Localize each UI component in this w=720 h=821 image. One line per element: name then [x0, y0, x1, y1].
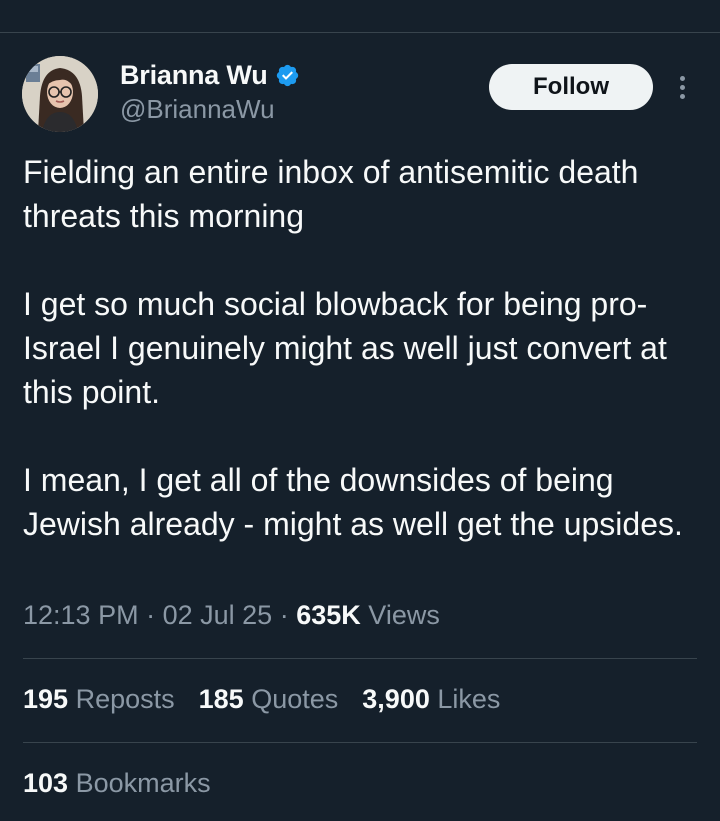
bookmarks-label: Bookmarks: [75, 768, 211, 798]
meta-separator: ·: [146, 600, 156, 630]
tweet-paragraph: Fielding an entire inbox of antisemitic …: [23, 154, 639, 234]
more-vertical-icon[interactable]: [668, 70, 696, 104]
tweet-time[interactable]: 12:13 PM: [23, 600, 139, 630]
avatar[interactable]: [22, 56, 98, 132]
views-label: Views: [368, 600, 440, 630]
tweet-date[interactable]: 02 Jul 25: [163, 600, 273, 630]
likes-stat[interactable]: 3,900 Likes: [362, 684, 500, 715]
tweet-header: Brianna Wu @BriannaWu Follow: [22, 56, 698, 134]
tweet-paragraph: I mean, I get all of the downsides of be…: [23, 462, 683, 542]
engagement-stats: 195 Reposts 185 Quotes 3,900 Likes: [23, 684, 500, 715]
top-bar: [0, 0, 720, 33]
tweet-meta: 12:13 PM · 02 Jul 25 · 635K Views: [23, 600, 440, 631]
quotes-label: Quotes: [251, 684, 339, 714]
author-names: Brianna Wu @BriannaWu: [120, 58, 300, 125]
display-name[interactable]: Brianna Wu: [120, 60, 268, 91]
verified-badge-icon[interactable]: [275, 63, 300, 88]
handle[interactable]: @BriannaWu: [120, 94, 300, 125]
tweet-paragraph: I get so much social blowback for being …: [23, 286, 667, 410]
reposts-label: Reposts: [75, 684, 175, 714]
quotes-count: 185: [198, 684, 244, 714]
follow-button[interactable]: Follow: [489, 64, 653, 110]
meta-separator: ·: [279, 600, 289, 630]
display-name-row: Brianna Wu: [120, 58, 300, 92]
likes-count: 3,900: [362, 684, 430, 714]
reposts-count: 195: [23, 684, 69, 714]
bookmarks-stat[interactable]: 103 Bookmarks: [23, 768, 211, 799]
reposts-stat[interactable]: 195 Reposts: [23, 684, 175, 715]
likes-label: Likes: [437, 684, 501, 714]
divider: [23, 658, 697, 659]
tweet-text: Fielding an entire inbox of antisemitic …: [23, 150, 693, 546]
divider: [23, 742, 697, 743]
avatar-image: [22, 56, 98, 132]
views-count: 635K: [296, 600, 361, 630]
bookmarks-count: 103: [23, 768, 69, 798]
quotes-stat[interactable]: 185 Quotes: [199, 684, 339, 715]
